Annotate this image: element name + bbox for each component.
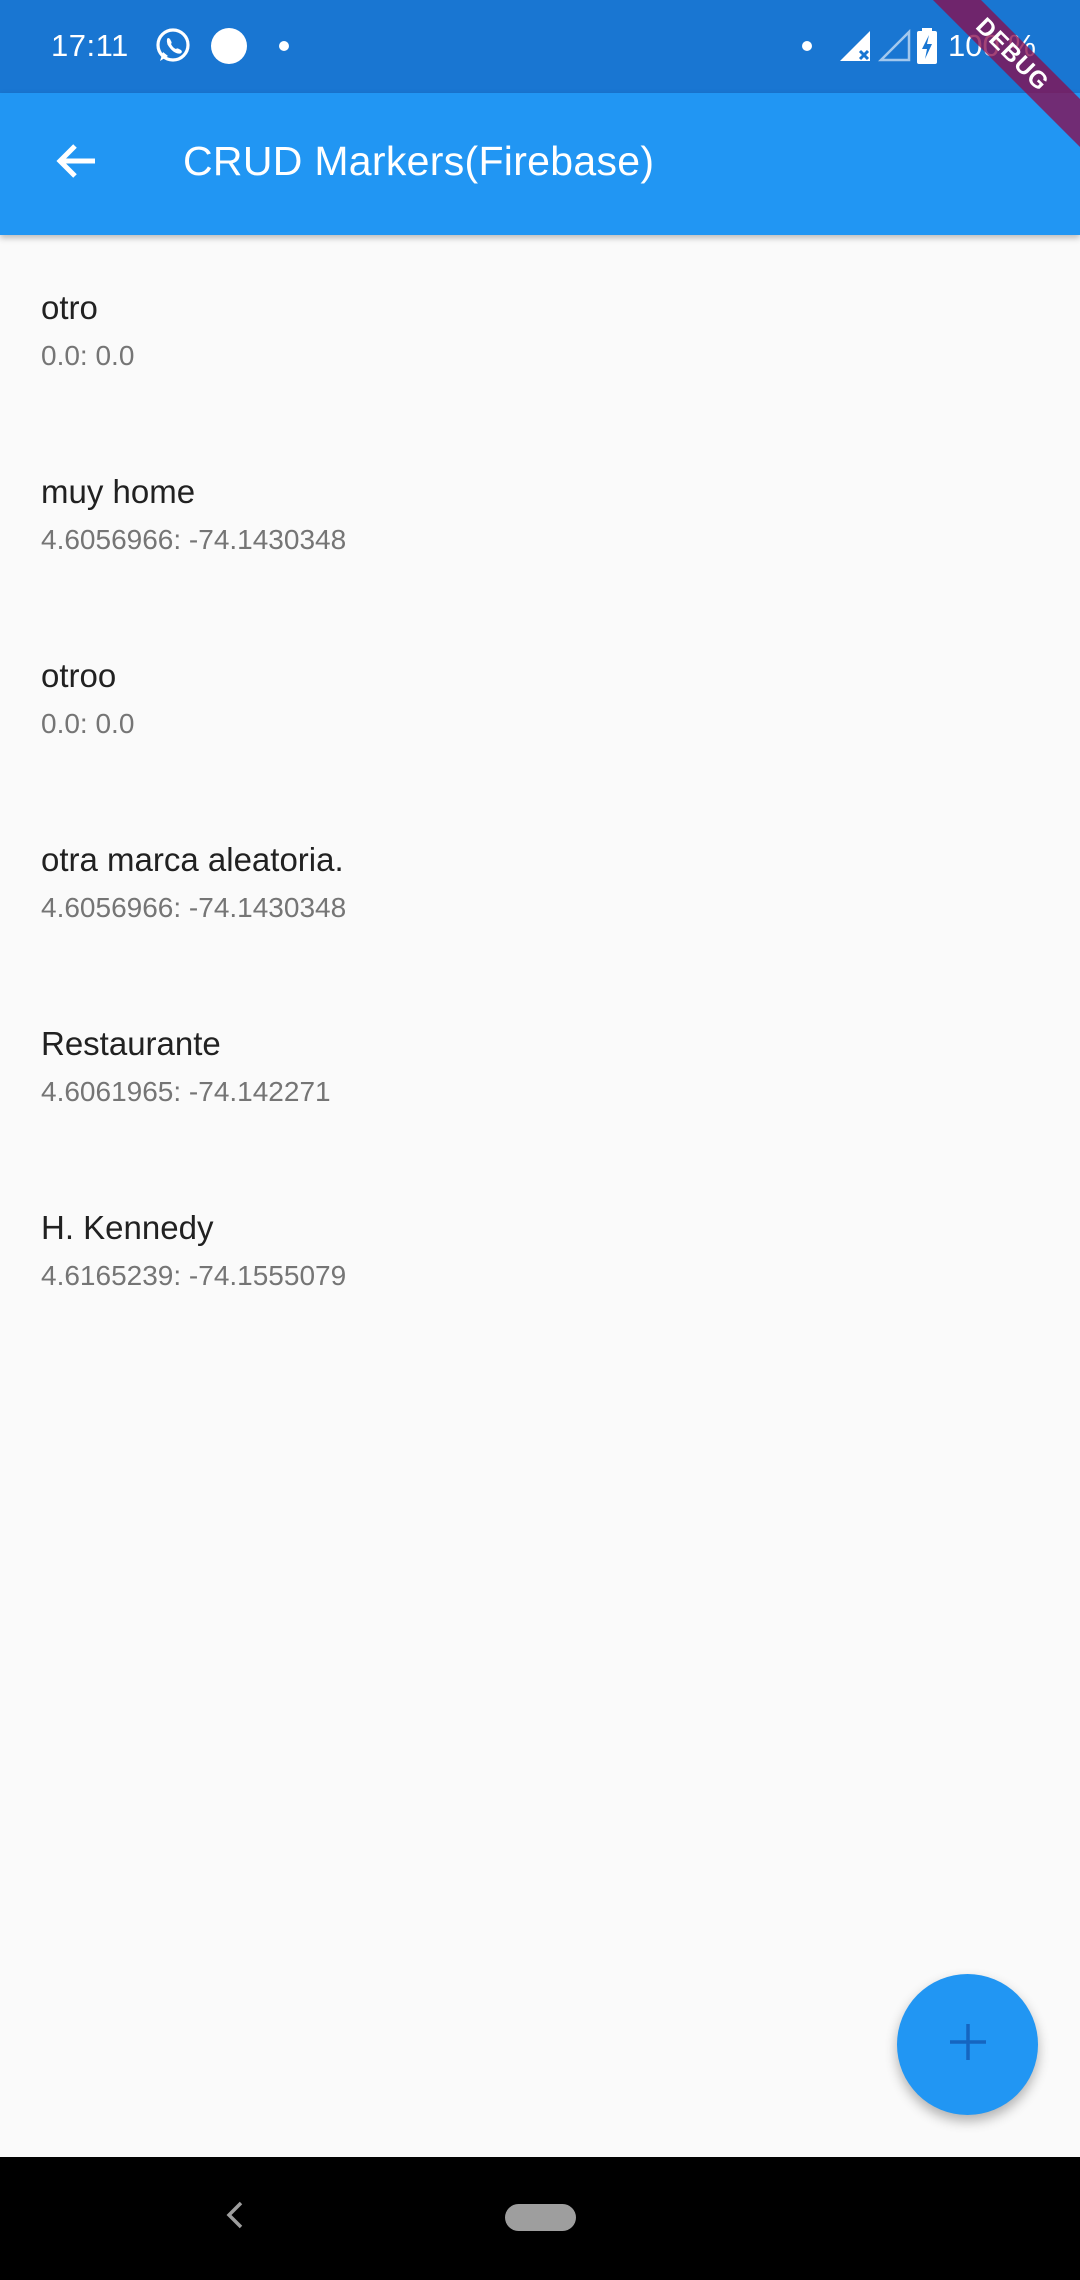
marker-coordinates: 4.6061965: -74.142271 [41, 1076, 331, 1107]
list-item[interactable]: otroo 0.0: 0.0 [0, 603, 1080, 787]
add-marker-button[interactable] [897, 1974, 1038, 2115]
list-item[interactable]: H. Kennedy 4.6165239: -74.1555079 [0, 1155, 1080, 1339]
back-button[interactable] [34, 121, 118, 205]
battery-percentage: 100 % [948, 28, 1036, 63]
marker-title: otro [41, 289, 98, 326]
marker-coordinates: 0.0: 0.0 [41, 340, 135, 371]
list-item[interactable]: otro 0.0: 0.0 [0, 235, 1080, 419]
list-item[interactable]: muy home 4.6056966: -74.1430348 [0, 419, 1080, 603]
marker-title: H. Kennedy [41, 1209, 214, 1246]
status-time: 17:11 [51, 28, 129, 63]
whatsapp-icon [154, 22, 192, 70]
arrow-back-icon [53, 138, 99, 189]
marker-coordinates: 0.0: 0.0 [41, 708, 135, 739]
dot-icon [801, 22, 813, 70]
status-bar: 17:11 100 % [0, 0, 1080, 93]
nav-back-button[interactable] [210, 2192, 260, 2242]
marker-title: Restaurante [41, 1025, 221, 1062]
add-icon [946, 2020, 990, 2069]
nav-home-pill[interactable] [505, 2204, 576, 2231]
system-nav-bar [0, 2157, 1080, 2280]
dot-icon [278, 22, 290, 70]
marker-coordinates: 4.6165239: -74.1555079 [41, 1260, 347, 1291]
battery-charging-icon [917, 22, 937, 70]
chevron-left-icon [223, 2200, 247, 2235]
circle-notification-icon [209, 22, 249, 70]
signal-icon [838, 22, 872, 70]
list-item[interactable]: Restaurante 4.6061965: -74.142271 [0, 971, 1080, 1155]
signal-empty-icon [878, 22, 912, 70]
app-bar: CRUD Markers(Firebase) [0, 93, 1080, 235]
marker-coordinates: 4.6056966: -74.1430348 [41, 524, 347, 555]
page-title: CRUD Markers(Firebase) [183, 138, 655, 184]
markers-list: otro 0.0: 0.0 muy home 4.6056966: -74.14… [0, 235, 1080, 1339]
list-item[interactable]: otra marca aleatoria. 4.6056966: -74.143… [0, 787, 1080, 971]
marker-coordinates: 4.6056966: -74.1430348 [41, 892, 347, 923]
marker-title: otra marca aleatoria. [41, 841, 344, 878]
marker-title: otroo [41, 657, 117, 694]
marker-title: muy home [41, 473, 196, 510]
